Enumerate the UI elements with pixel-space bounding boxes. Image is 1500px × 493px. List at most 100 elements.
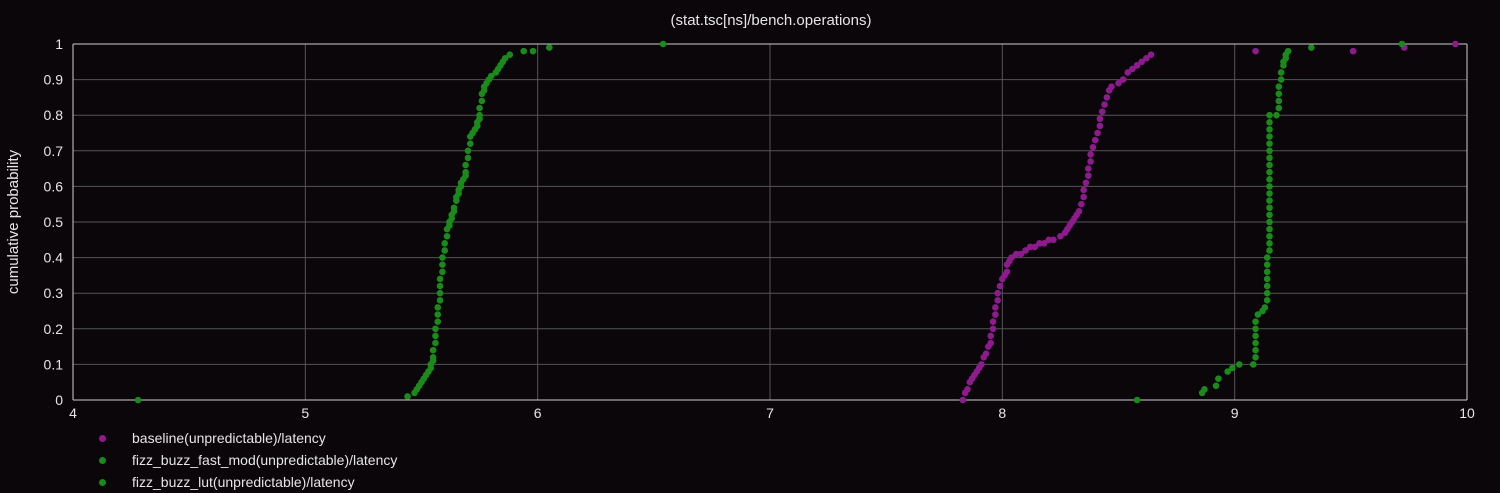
data-point bbox=[978, 361, 985, 368]
data-point bbox=[1277, 76, 1285, 83]
data-point bbox=[1266, 140, 1273, 147]
data-point bbox=[1084, 172, 1092, 180]
data-point bbox=[1087, 158, 1094, 165]
data-point bbox=[1277, 69, 1285, 76]
data-point bbox=[1273, 111, 1280, 119]
data-point bbox=[1094, 129, 1101, 137]
cdf-scatter-chart: (stat.tsc[ns]/bench.operations) cumulati… bbox=[0, 0, 1500, 492]
data-point bbox=[1252, 339, 1259, 347]
data-point bbox=[1229, 364, 1236, 372]
data-point bbox=[436, 282, 444, 290]
data-point bbox=[994, 289, 1001, 297]
data-point bbox=[1252, 346, 1259, 354]
data-point bbox=[432, 332, 439, 340]
data-point bbox=[1261, 304, 1269, 311]
x-tick-label: 9 bbox=[1231, 405, 1239, 421]
legend-item: fizz_buzz_fast_mod(unpredictable)/latenc… bbox=[92, 449, 397, 471]
data-point bbox=[1266, 183, 1273, 190]
data-point bbox=[436, 289, 444, 297]
data-point bbox=[1096, 115, 1104, 123]
data-point bbox=[1266, 133, 1273, 140]
data-point bbox=[1252, 318, 1259, 325]
y-tick-label: 0.7 bbox=[44, 143, 64, 159]
data-point bbox=[1398, 40, 1406, 48]
data-point bbox=[1098, 108, 1106, 115]
data-point bbox=[441, 240, 449, 247]
data-point bbox=[1252, 47, 1259, 55]
data-point bbox=[436, 297, 444, 304]
data-point bbox=[529, 47, 537, 55]
data-point bbox=[434, 311, 442, 318]
data-point bbox=[1266, 190, 1273, 197]
data-point bbox=[1266, 119, 1273, 126]
data-point bbox=[1266, 211, 1273, 219]
data-point bbox=[1266, 161, 1273, 169]
legend-marker bbox=[99, 456, 106, 464]
y-tick-label: 0.1 bbox=[44, 356, 64, 372]
data-point bbox=[1263, 268, 1271, 276]
data-point bbox=[1003, 268, 1011, 276]
data-point bbox=[1308, 44, 1315, 51]
data-point bbox=[506, 51, 514, 58]
data-point bbox=[1119, 76, 1127, 83]
data-point bbox=[1452, 40, 1459, 48]
legend-label: fizz_buzz_lut(unpredictable)/latency bbox=[132, 474, 355, 490]
data-point bbox=[478, 97, 486, 105]
data-point bbox=[964, 386, 971, 393]
data-point bbox=[1096, 122, 1104, 130]
legend-item: baseline(unpredictable)/latency bbox=[92, 427, 397, 449]
x-tick-label: 10 bbox=[1459, 405, 1475, 421]
data-point bbox=[476, 111, 483, 119]
data-point bbox=[1266, 204, 1273, 212]
data-point bbox=[1080, 193, 1087, 201]
data-point bbox=[1266, 111, 1273, 119]
data-point bbox=[462, 168, 469, 176]
data-point bbox=[439, 261, 446, 269]
data-point bbox=[1236, 361, 1243, 368]
data-point bbox=[443, 232, 451, 240]
data-point bbox=[1252, 325, 1259, 333]
data-point bbox=[659, 40, 667, 48]
data-point bbox=[1266, 197, 1273, 204]
y-tick-label: 0.2 bbox=[44, 321, 64, 337]
data-point bbox=[1263, 254, 1271, 261]
data-point bbox=[1103, 94, 1111, 101]
data-point bbox=[1263, 297, 1271, 304]
data-point bbox=[429, 353, 437, 361]
data-point bbox=[1084, 165, 1092, 172]
data-point bbox=[432, 325, 439, 333]
data-point bbox=[1050, 236, 1057, 244]
data-point bbox=[987, 339, 995, 347]
y-tick-label: 0.6 bbox=[44, 178, 64, 194]
data-point bbox=[1266, 247, 1273, 254]
data-point bbox=[1249, 361, 1257, 368]
data-point bbox=[1266, 175, 1273, 183]
data-point bbox=[476, 104, 483, 112]
x-tick-label: 5 bbox=[301, 405, 309, 421]
data-point bbox=[1275, 83, 1283, 91]
y-tick-label: 0.5 bbox=[44, 214, 64, 230]
data-point bbox=[989, 325, 997, 333]
data-point bbox=[1212, 382, 1220, 390]
data-point bbox=[1263, 282, 1271, 290]
data-point bbox=[1252, 332, 1259, 340]
data-point bbox=[1275, 90, 1283, 98]
data-point bbox=[1082, 179, 1090, 187]
y-tick-label: 1 bbox=[55, 36, 63, 52]
data-point bbox=[1266, 218, 1273, 226]
data-point bbox=[464, 154, 472, 162]
data-point bbox=[439, 268, 446, 276]
legend-item: fizz_buzz_lut(unpredictable)/latency bbox=[92, 471, 397, 493]
data-point bbox=[1108, 83, 1115, 91]
data-point bbox=[1266, 147, 1273, 155]
data-point bbox=[1133, 396, 1141, 404]
data-point bbox=[1078, 200, 1085, 208]
data-point bbox=[1087, 151, 1094, 158]
data-point bbox=[1266, 240, 1273, 247]
data-point bbox=[434, 304, 442, 311]
data-point bbox=[992, 311, 999, 318]
data-point bbox=[994, 297, 1001, 304]
data-point bbox=[466, 140, 474, 147]
data-point bbox=[1252, 353, 1259, 361]
legend-label: fizz_buzz_fast_mod(unpredictable)/latenc… bbox=[132, 452, 398, 468]
